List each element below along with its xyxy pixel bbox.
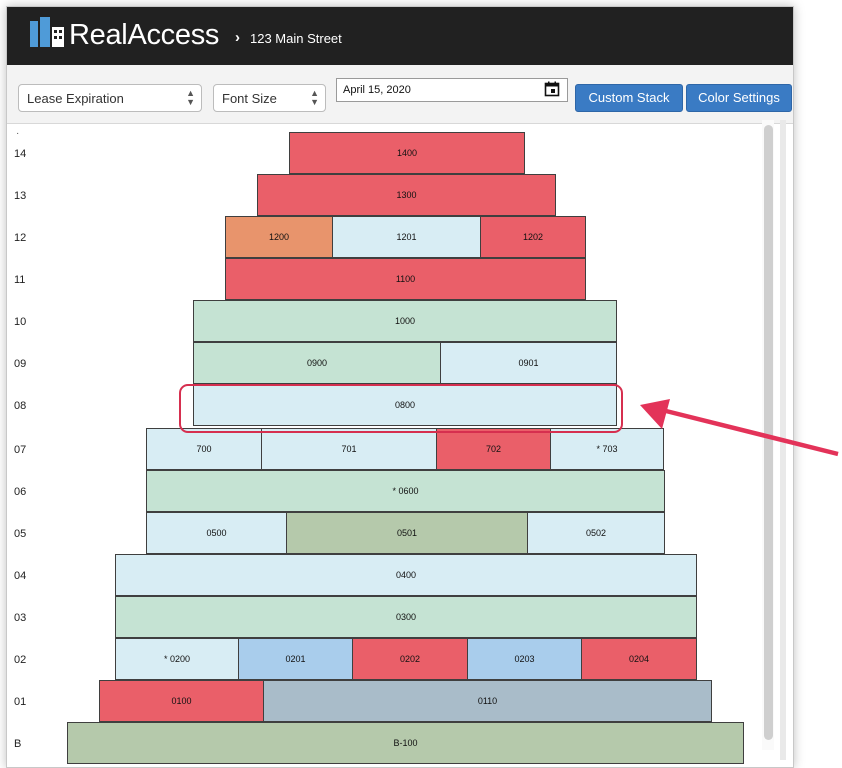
suite-cell[interactable]: 1300 [257, 174, 556, 216]
floor-label: 14 [14, 148, 27, 160]
suite-cell[interactable]: 0400 [115, 554, 697, 596]
suite-cell[interactable]: 0202 [352, 638, 468, 680]
suite-cell[interactable]: * 703 [550, 428, 664, 470]
floor-label: 11 [14, 274, 26, 286]
up-down-caret-icon: ▲ ▼ [186, 88, 195, 107]
floor-label: 05 [14, 528, 27, 540]
side-panel-edge [780, 120, 786, 760]
font-size-value: Font Size [222, 91, 277, 106]
floor-label: 08 [14, 400, 27, 412]
view-type-value: Lease Expiration [27, 91, 124, 106]
suite-cell[interactable]: 1200 [225, 216, 333, 258]
buildings-logo-icon [30, 17, 64, 47]
suite-cell[interactable]: 0203 [467, 638, 582, 680]
suite-cell[interactable]: 1100 [225, 258, 586, 300]
suite-cell[interactable]: 702 [436, 428, 551, 470]
suite-cell[interactable]: 701 [261, 428, 437, 470]
font-size-select[interactable]: Font Size ▲ ▼ [213, 84, 326, 112]
highlight-box [179, 384, 623, 433]
date-input[interactable]: April 15, 2020 [336, 78, 568, 102]
breadcrumb-property[interactable]: 123 Main Street [250, 31, 342, 46]
floor-label: 01 [14, 696, 27, 708]
suite-cell[interactable]: 0201 [238, 638, 353, 680]
floor-label: 10 [14, 316, 27, 328]
date-value: April 15, 2020 [343, 84, 411, 96]
floor-label: 02 [14, 654, 27, 666]
suite-cell[interactable]: 0901 [440, 342, 617, 384]
floor-label: 12 [14, 232, 27, 244]
color-settings-button[interactable]: Color Settings [686, 84, 792, 112]
top-marker: · [16, 128, 20, 139]
floor-label: 09 [14, 358, 27, 370]
suite-cell[interactable]: 0204 [581, 638, 697, 680]
calendar-icon[interactable] [544, 81, 560, 97]
floor-label: 03 [14, 612, 27, 624]
suite-cell[interactable]: 0500 [146, 512, 287, 554]
floor-label: 13 [14, 190, 27, 202]
suite-cell[interactable]: 0900 [193, 342, 441, 384]
suite-cell[interactable]: 0100 [99, 680, 264, 722]
top-navigation-bar: RealAccess › 123 Main Street [7, 7, 793, 65]
stack-toolbar: Lease Expiration ▲ ▼ Font Size ▲ ▼ April 1… [7, 65, 793, 124]
floor-label: 06 [14, 486, 27, 498]
suite-cell[interactable]: B-100 [67, 722, 744, 764]
suite-cell[interactable]: 0110 [263, 680, 712, 722]
view-type-select[interactable]: Lease Expiration ▲ ▼ [18, 84, 202, 112]
floor-label: B [14, 738, 22, 750]
suite-cell[interactable]: 0501 [286, 512, 528, 554]
suite-cell[interactable]: * 0200 [115, 638, 239, 680]
suite-cell[interactable]: 1000 [193, 300, 617, 342]
suite-cell[interactable]: 1202 [480, 216, 586, 258]
suite-cell[interactable]: * 0600 [146, 470, 665, 512]
suite-cell[interactable]: 700 [146, 428, 262, 470]
up-down-caret-icon: ▲ ▼ [310, 88, 319, 107]
suite-cell[interactable]: 1201 [332, 216, 481, 258]
app-brand-name[interactable]: RealAccess [69, 18, 219, 52]
suite-cell[interactable]: 0300 [115, 596, 697, 638]
chevron-right-icon: › [235, 29, 240, 46]
floor-label: 04 [14, 570, 27, 582]
floor-label: 07 [14, 444, 27, 456]
suite-cell[interactable]: 1400 [289, 132, 525, 174]
scrollbar-thumb[interactable] [764, 125, 773, 740]
custom-stack-button[interactable]: Custom Stack [575, 84, 683, 112]
suite-cell[interactable]: 0502 [527, 512, 665, 554]
